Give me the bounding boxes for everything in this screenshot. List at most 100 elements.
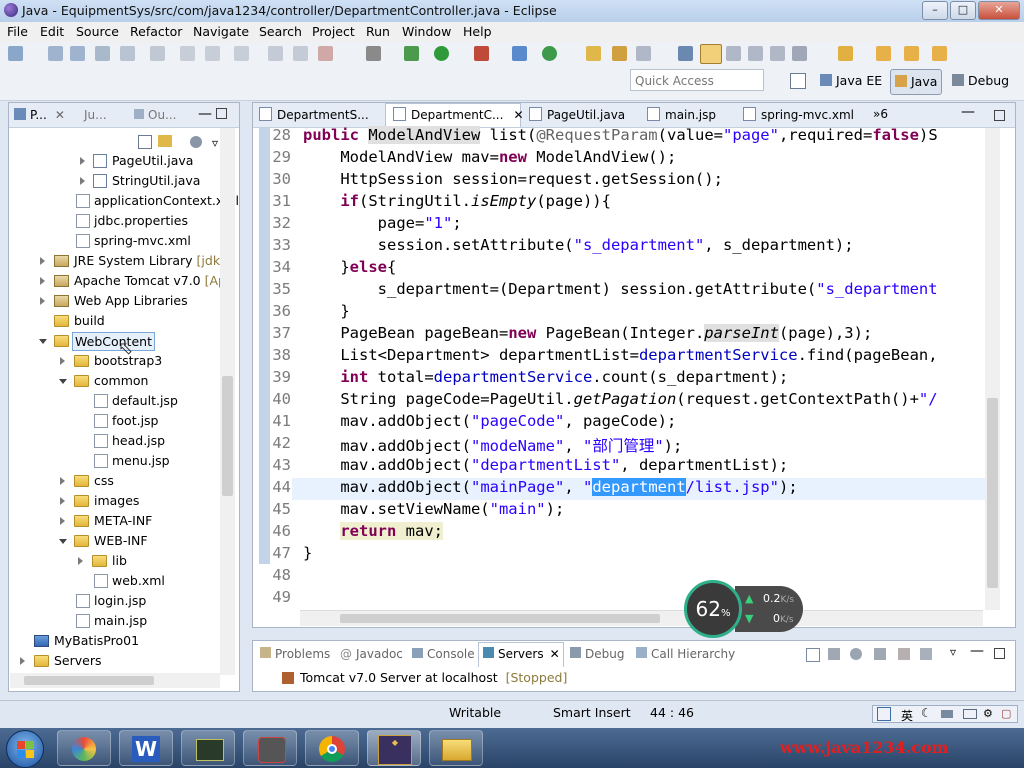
expand-arrow-icon[interactable] (20, 657, 25, 665)
editor-tabs-overflow[interactable]: »6 (873, 107, 888, 121)
perspective-java-ee[interactable]: Java EE (816, 69, 886, 93)
skip-breakpoints-icon[interactable] (366, 46, 381, 61)
expand-arrow-icon[interactable] (60, 497, 65, 505)
external-tools-icon[interactable] (474, 46, 489, 61)
server-row[interactable]: Tomcat v7.0 Server at localhost [Stopped… (282, 670, 567, 685)
step-icon[interactable] (234, 46, 249, 61)
pilcrow-icon[interactable] (770, 46, 785, 61)
scroll-thumb[interactable] (987, 398, 998, 588)
resume-icon[interactable] (268, 46, 283, 61)
menu-run[interactable]: Run (366, 24, 390, 39)
annotation-icon[interactable] (678, 46, 693, 61)
new-java-class-icon[interactable] (542, 46, 557, 61)
scroll-thumb[interactable] (24, 676, 154, 685)
expand-arrow-icon[interactable] (80, 157, 85, 165)
taskbar-explorer[interactable] (429, 730, 483, 766)
tab-problems[interactable]: Problems (260, 647, 330, 661)
menu-project[interactable]: Project (312, 24, 355, 39)
ime-toolbar[interactable]: 英 ☾ ⚙ ▢ (872, 705, 1018, 723)
menu-search[interactable]: Search (259, 24, 302, 39)
maximize-button[interactable]: □ (950, 1, 976, 20)
minimize-panel-icon[interactable]: — (970, 643, 984, 659)
expand-arrow-icon[interactable] (60, 357, 65, 365)
tab-javadoc[interactable]: @ Javadoc (340, 647, 403, 661)
collapse-arrow-icon[interactable] (59, 539, 67, 544)
left-horizontal-scrollbar[interactable] (10, 673, 220, 688)
collapse-icon[interactable] (806, 648, 820, 662)
editor-tab-main-jsp[interactable]: main.jsp (647, 107, 716, 122)
ime-settings-icon[interactable]: ⚙ (983, 707, 993, 720)
menu-refactor[interactable]: Refactor (130, 24, 182, 39)
taskbar-eclipse[interactable]: ◆ (367, 730, 421, 766)
back-icon[interactable] (876, 46, 891, 61)
ime-moon-icon[interactable]: ☾ (921, 706, 932, 720)
start-button[interactable] (6, 730, 44, 768)
back-dropdown-icon[interactable] (904, 46, 919, 61)
scroll-thumb[interactable] (340, 614, 660, 623)
run-icon[interactable] (434, 46, 449, 61)
collapse-arrow-icon[interactable] (39, 339, 47, 344)
taskbar-recorder[interactable] (243, 730, 297, 766)
expand-arrow-icon[interactable] (40, 257, 45, 265)
expand-arrow-icon[interactable] (40, 297, 45, 305)
minimize-button[interactable]: – (922, 1, 948, 20)
menu-edit[interactable]: Edit (40, 24, 64, 39)
collapse-all-icon[interactable] (138, 135, 152, 149)
scroll-thumb[interactable] (222, 376, 233, 496)
menu-help[interactable]: Help (463, 24, 492, 39)
forward-icon[interactable] (932, 46, 947, 61)
menu-navigate[interactable]: Navigate (193, 24, 249, 39)
server-icon[interactable] (512, 46, 527, 61)
debug-icon[interactable] (404, 46, 419, 61)
cut-icon[interactable] (150, 46, 165, 61)
maximize-editor-icon[interactable] (994, 110, 1005, 121)
close-button[interactable]: ✕ (978, 1, 1020, 20)
open-type-icon[interactable] (586, 46, 601, 61)
expand-arrow-icon[interactable] (78, 557, 83, 565)
ime-help-icon[interactable]: ▢ (1001, 707, 1011, 720)
open-perspective-icon[interactable] (790, 73, 806, 89)
memory-gauge[interactable]: 62% (684, 580, 742, 638)
ime-keyboard-icon[interactable] (963, 709, 977, 719)
ime-punct-icon[interactable] (941, 710, 953, 718)
terminate-icon[interactable] (318, 46, 333, 61)
editor-vertical-scrollbar[interactable] (985, 128, 1000, 610)
maximize-view-icon[interactable] (216, 108, 227, 119)
start-server-icon[interactable] (850, 648, 862, 660)
view-menu-icon[interactable] (190, 136, 202, 148)
close-tab-icon[interactable]: ✕ (513, 108, 523, 122)
tab-call-hierarchy[interactable]: Call Hierarchy (636, 647, 735, 661)
minimize-editor-icon[interactable]: — (961, 104, 975, 120)
menu-file[interactable]: File (7, 24, 28, 39)
taskbar-wps-writer[interactable]: W (119, 730, 173, 766)
menu-source[interactable]: Source (76, 24, 119, 39)
save-icon[interactable] (48, 46, 63, 61)
editor-tab-departments[interactable]: DepartmentS... (259, 107, 369, 122)
editor-tab-spring-mvc[interactable]: spring-mvc.xml (743, 107, 854, 122)
view-menu-chevron-icon[interactable]: ▿ (212, 136, 218, 150)
minimize-view-icon[interactable]: — (198, 106, 212, 122)
left-vertical-scrollbar[interactable] (220, 128, 235, 675)
menu-window[interactable]: Window (402, 24, 451, 39)
show-whitespace-icon[interactable] (748, 46, 763, 61)
close-tab-icon[interactable]: ✕ (55, 108, 65, 122)
editor-tab-departmentcontroller[interactable]: DepartmentC... ✕ (393, 107, 524, 122)
expand-arrow-icon[interactable] (60, 477, 65, 485)
link-with-editor-icon[interactable] (158, 135, 172, 147)
search-icon[interactable] (636, 46, 651, 61)
code-area[interactable]: public ModelAndView list(@RequestParam(v… (300, 126, 984, 606)
editor-tab-pageutil[interactable]: PageUtil.java (529, 107, 625, 122)
redo-icon[interactable] (205, 46, 220, 61)
debug-server-icon[interactable] (828, 648, 840, 660)
taskbar-chrome[interactable] (305, 730, 359, 766)
suspend-icon[interactable] (293, 46, 308, 61)
perspective-java[interactable]: Java (890, 69, 943, 95)
next-annotation-icon[interactable] (792, 46, 807, 61)
profile-server-icon[interactable] (874, 648, 886, 660)
tab-debug[interactable]: Debug (570, 647, 624, 661)
stop-server-icon[interactable] (898, 648, 910, 660)
tab-package-explorer[interactable]: P... ✕ (14, 108, 65, 122)
perspective-debug[interactable]: Debug (948, 69, 1013, 93)
collapse-arrow-icon[interactable] (59, 379, 67, 384)
undo-icon[interactable] (180, 46, 195, 61)
